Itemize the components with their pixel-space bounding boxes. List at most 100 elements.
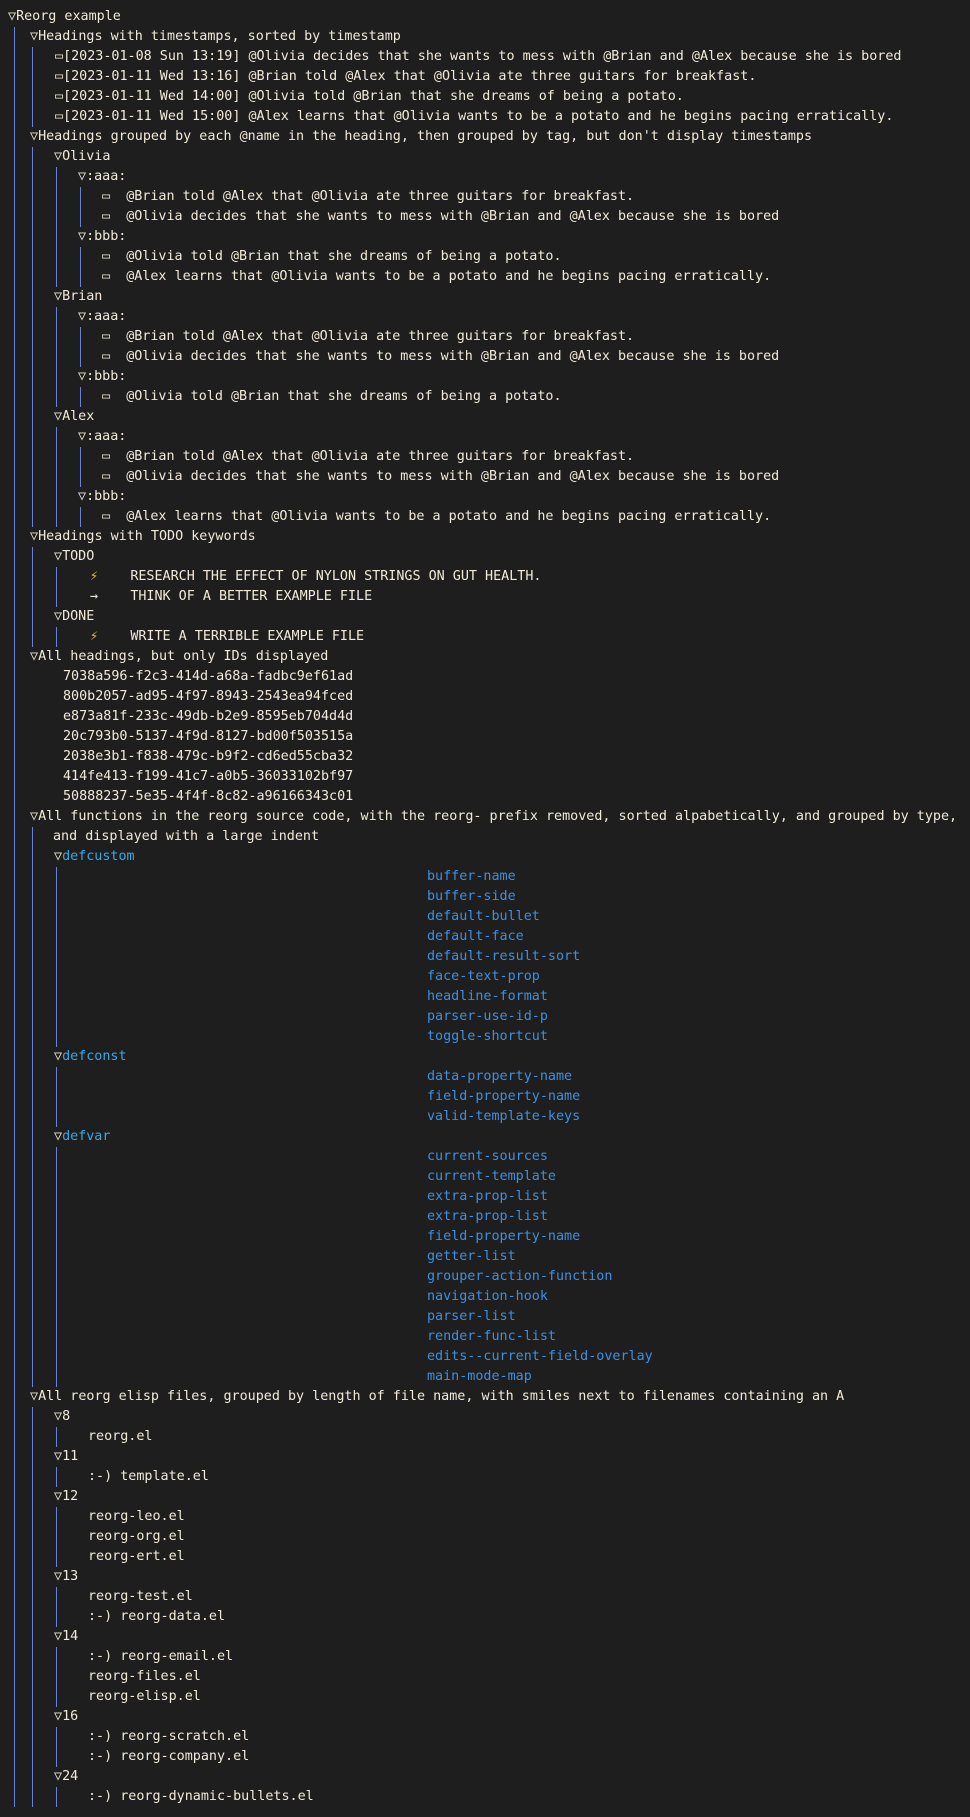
length-group-13[interactable]: ▽13	[54, 1567, 78, 1587]
function-item[interactable]: extra-prop-list	[427, 1187, 548, 1207]
section-heading-timestamps[interactable]: ▽Headings with timestamps, sorted by tim…	[30, 27, 401, 47]
collapse-triangle-icon[interactable]: ▽	[54, 1409, 62, 1424]
collapse-triangle-icon[interactable]: ▽	[54, 1049, 62, 1064]
function-name[interactable]: default-bullet	[427, 909, 540, 924]
list-item[interactable]: ▭ @Brian told @Alex that @Olivia ate thr…	[102, 327, 634, 347]
list-item[interactable]: ▭[2023-01-11 Wed 15:00] @Alex learns tha…	[55, 107, 893, 127]
def-group-defcustom[interactable]: ▽defcustom	[54, 847, 135, 867]
list-item[interactable]: ▭[2023-01-11 Wed 13:16] @Brian told @Ale…	[55, 67, 756, 87]
collapse-triangle-icon[interactable]: ▽	[30, 529, 38, 544]
list-item[interactable]: ▭ @Brian told @Alex that @Olivia ate thr…	[102, 447, 634, 467]
function-name[interactable]: default-face	[427, 929, 524, 944]
tag-heading[interactable]: ▽:bbb:	[78, 367, 126, 387]
function-name[interactable]: default-result-sort	[427, 949, 580, 964]
collapse-triangle-icon[interactable]: ▽	[54, 1129, 62, 1144]
collapse-triangle-icon[interactable]: ▽	[54, 1489, 62, 1504]
function-name[interactable]: face-text-prop	[427, 969, 540, 984]
tag-heading[interactable]: ▽:bbb:	[78, 487, 126, 507]
length-group-8[interactable]: ▽8	[54, 1407, 70, 1427]
collapse-triangle-icon[interactable]: ▽	[54, 849, 62, 864]
tag-heading[interactable]: ▽:aaa:	[78, 427, 126, 447]
function-name[interactable]: main-mode-map	[427, 1369, 532, 1384]
function-item[interactable]: default-bullet	[427, 907, 540, 927]
function-name[interactable]: parser-list	[427, 1309, 516, 1324]
function-name[interactable]: current-template	[427, 1169, 556, 1184]
length-group-16[interactable]: ▽16	[54, 1707, 78, 1727]
def-group-defconst[interactable]: ▽defconst	[54, 1047, 127, 1067]
function-item[interactable]: default-face	[427, 927, 524, 947]
function-name[interactable]: field-property-name	[427, 1229, 580, 1244]
collapse-triangle-icon[interactable]: ▽	[78, 169, 86, 184]
function-item[interactable]: valid-template-keys	[427, 1107, 580, 1127]
collapse-triangle-icon[interactable]: ▽	[30, 1389, 38, 1404]
collapse-triangle-icon[interactable]: ▽	[54, 289, 62, 304]
todo-item[interactable]: ⚡ RESEARCH THE EFFECT OF NYLON STRINGS O…	[90, 567, 541, 587]
id-item[interactable]: 7038a596-f2c3-414d-a68a-fadbc9ef61ad	[63, 667, 353, 687]
collapse-triangle-icon[interactable]: ▽	[54, 1629, 62, 1644]
file-item[interactable]: reorg-leo.el	[88, 1507, 185, 1527]
collapse-triangle-icon[interactable]: ▽	[54, 149, 62, 164]
collapse-triangle-icon[interactable]: ▽	[54, 1709, 62, 1724]
list-item[interactable]: ▭ @Olivia told @Brian that she dreams of…	[102, 247, 562, 267]
list-item[interactable]: ▭ @Olivia told @Brian that she dreams of…	[102, 387, 562, 407]
function-item[interactable]: getter-list	[427, 1247, 516, 1267]
section-heading-todo[interactable]: ▽Headings with TODO keywords	[30, 527, 256, 547]
function-item[interactable]: default-result-sort	[427, 947, 580, 967]
file-item[interactable]: :-) reorg-company.el	[88, 1747, 249, 1767]
function-item[interactable]: current-template	[427, 1167, 556, 1187]
list-item[interactable]: ▭ @Olivia decides that she wants to mess…	[102, 467, 779, 487]
function-name[interactable]: grouper-action-function	[427, 1269, 612, 1284]
def-group-defvar[interactable]: ▽defvar	[54, 1127, 110, 1147]
function-name[interactable]: extra-prop-list	[427, 1189, 548, 1204]
collapse-triangle-icon[interactable]: ▽	[30, 129, 38, 144]
collapse-triangle-icon[interactable]: ▽	[78, 229, 86, 244]
file-item[interactable]: reorg-files.el	[88, 1667, 201, 1687]
function-item[interactable]: current-sources	[427, 1147, 548, 1167]
function-item[interactable]: buffer-side	[427, 887, 516, 907]
collapse-triangle-icon[interactable]: ▽	[54, 609, 62, 624]
collapse-triangle-icon[interactable]: ▽	[54, 1449, 62, 1464]
length-group-11[interactable]: ▽11	[54, 1447, 78, 1467]
file-item[interactable]: :-) reorg-email.el	[88, 1647, 233, 1667]
function-name[interactable]: getter-list	[427, 1249, 516, 1264]
length-group-14[interactable]: ▽14	[54, 1627, 78, 1647]
collapse-triangle-icon[interactable]: ▽	[78, 309, 86, 324]
root-heading[interactable]: ▽Reorg example	[8, 7, 121, 27]
function-name[interactable]: render-func-list	[427, 1329, 556, 1344]
function-name[interactable]: valid-template-keys	[427, 1109, 580, 1124]
list-item[interactable]: ▭ @Brian told @Alex that @Olivia ate thr…	[102, 187, 634, 207]
function-item[interactable]: field-property-name	[427, 1227, 580, 1247]
collapse-triangle-icon[interactable]: ▽	[78, 429, 86, 444]
file-item[interactable]: reorg-test.el	[88, 1587, 193, 1607]
todo-group-done[interactable]: ▽DONE	[54, 607, 94, 627]
collapse-triangle-icon[interactable]: ▽	[78, 489, 86, 504]
list-item[interactable]: ▭[2023-01-08 Sun 13:19] @Olivia decides …	[55, 47, 902, 67]
section-heading-ids[interactable]: ▽All headings, but only IDs displayed	[30, 647, 328, 667]
collapse-triangle-icon[interactable]: ▽	[30, 29, 38, 44]
function-item[interactable]: toggle-shortcut	[427, 1027, 548, 1047]
function-item[interactable]: main-mode-map	[427, 1367, 532, 1387]
list-item[interactable]: ▭ @Alex learns that @Olivia wants to be …	[102, 267, 771, 287]
todo-group-todo[interactable]: ▽TODO	[54, 547, 94, 567]
list-item[interactable]: ▭ @Olivia decides that she wants to mess…	[102, 207, 779, 227]
length-group-12[interactable]: ▽12	[54, 1487, 78, 1507]
file-item[interactable]: :-) reorg-scratch.el	[88, 1727, 249, 1747]
collapse-triangle-icon[interactable]: ▽	[30, 809, 38, 824]
function-name[interactable]: headline-format	[427, 989, 548, 1004]
file-item[interactable]: :-) reorg-dynamic-bullets.el	[88, 1787, 314, 1807]
group-heading-brian[interactable]: ▽Brian	[54, 287, 102, 307]
file-item[interactable]: reorg-elisp.el	[88, 1687, 201, 1707]
file-item[interactable]: reorg.el	[88, 1427, 153, 1447]
collapse-triangle-icon[interactable]: ▽	[78, 369, 86, 384]
list-item[interactable]: ▭[2023-01-11 Wed 14:00] @Olivia told @Br…	[55, 87, 684, 107]
function-name[interactable]: toggle-shortcut	[427, 1029, 548, 1044]
function-item[interactable]: field-property-name	[427, 1087, 580, 1107]
id-item[interactable]: 800b2057-ad95-4f97-8943-2543ea94fced	[63, 687, 353, 707]
function-name[interactable]: buffer-side	[427, 889, 516, 904]
collapse-triangle-icon[interactable]: ▽	[30, 649, 38, 664]
group-heading-olivia[interactable]: ▽Olivia	[54, 147, 110, 167]
tag-heading[interactable]: ▽:aaa:	[78, 307, 126, 327]
function-item[interactable]: parser-list	[427, 1307, 516, 1327]
function-item[interactable]: headline-format	[427, 987, 548, 1007]
todo-item[interactable]: ⚡ WRITE A TERRIBLE EXAMPLE FILE	[90, 627, 364, 647]
